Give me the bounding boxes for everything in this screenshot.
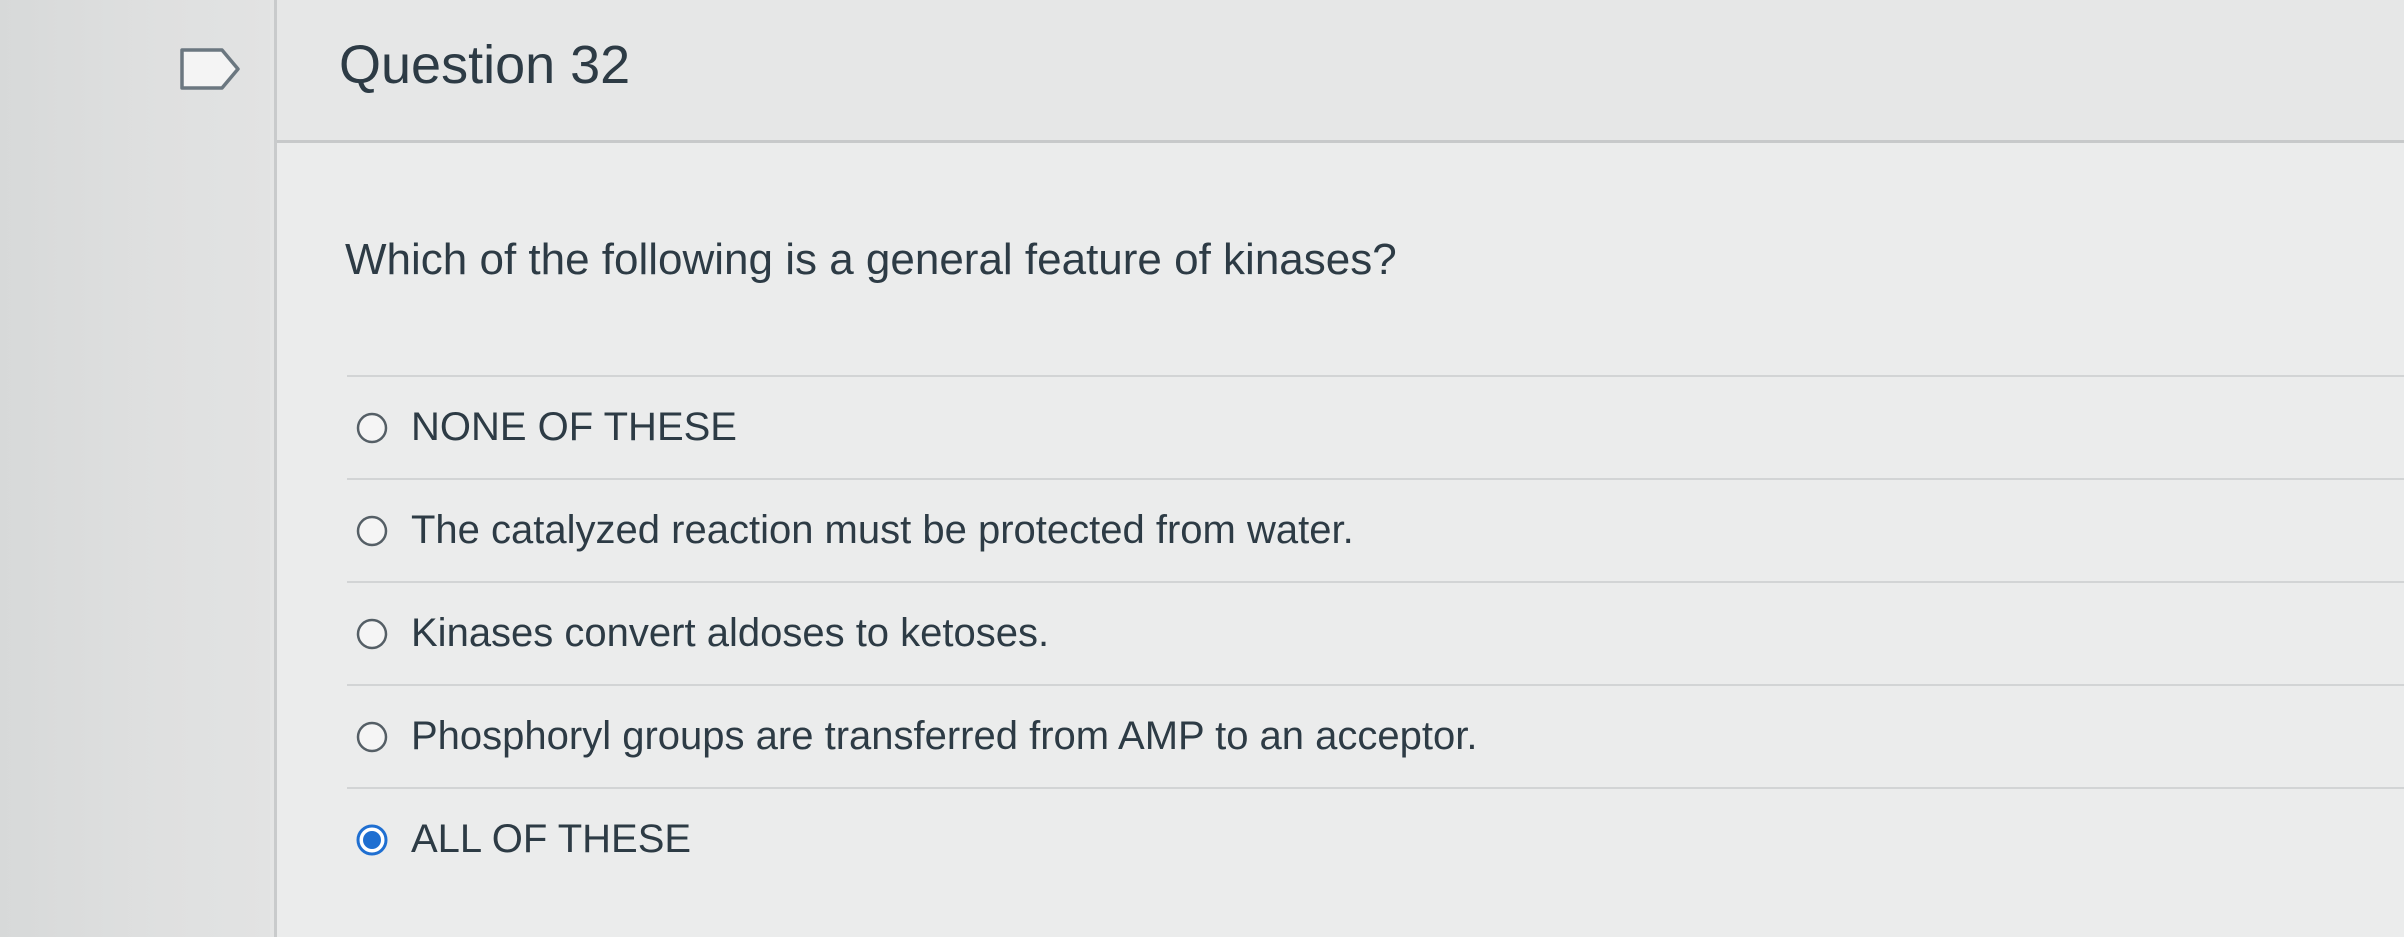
answer-option-selected[interactable]: ALL OF THESE <box>347 789 2404 890</box>
answer-option[interactable]: The catalyzed reaction must be protected… <box>347 480 2404 583</box>
answer-label: The catalyzed reaction must be protected… <box>411 508 1354 552</box>
question-title: Question 32 <box>339 35 631 95</box>
flag-question-icon[interactable] <box>178 46 242 92</box>
answer-option[interactable]: Phosphoryl groups are transferred from A… <box>347 686 2404 789</box>
answer-list: NONE OF THESE The catalyzed reaction mus… <box>347 375 2404 890</box>
radio-unselected-icon[interactable] <box>355 617 389 651</box>
answer-label: NONE OF THESE <box>411 405 737 449</box>
left-gutter <box>0 0 270 937</box>
question-header: Question 32 <box>277 0 2404 143</box>
question-panel: Question 32 Which of the following is a … <box>274 0 2404 937</box>
question-text: Which of the following is a general feat… <box>345 235 1397 284</box>
radio-unselected-icon[interactable] <box>355 720 389 754</box>
radio-unselected-icon[interactable] <box>355 411 389 445</box>
answer-label: Kinases convert aldoses to ketoses. <box>411 611 1050 655</box>
answer-label: Phosphoryl groups are transferred from A… <box>411 714 1478 758</box>
answer-label: ALL OF THESE <box>411 817 692 861</box>
radio-selected-icon[interactable] <box>355 823 389 857</box>
radio-unselected-icon[interactable] <box>355 514 389 548</box>
answer-option[interactable]: Kinases convert aldoses to ketoses. <box>347 583 2404 686</box>
question-body: Which of the following is a general feat… <box>277 143 2404 937</box>
answer-option[interactable]: NONE OF THESE <box>347 377 2404 480</box>
